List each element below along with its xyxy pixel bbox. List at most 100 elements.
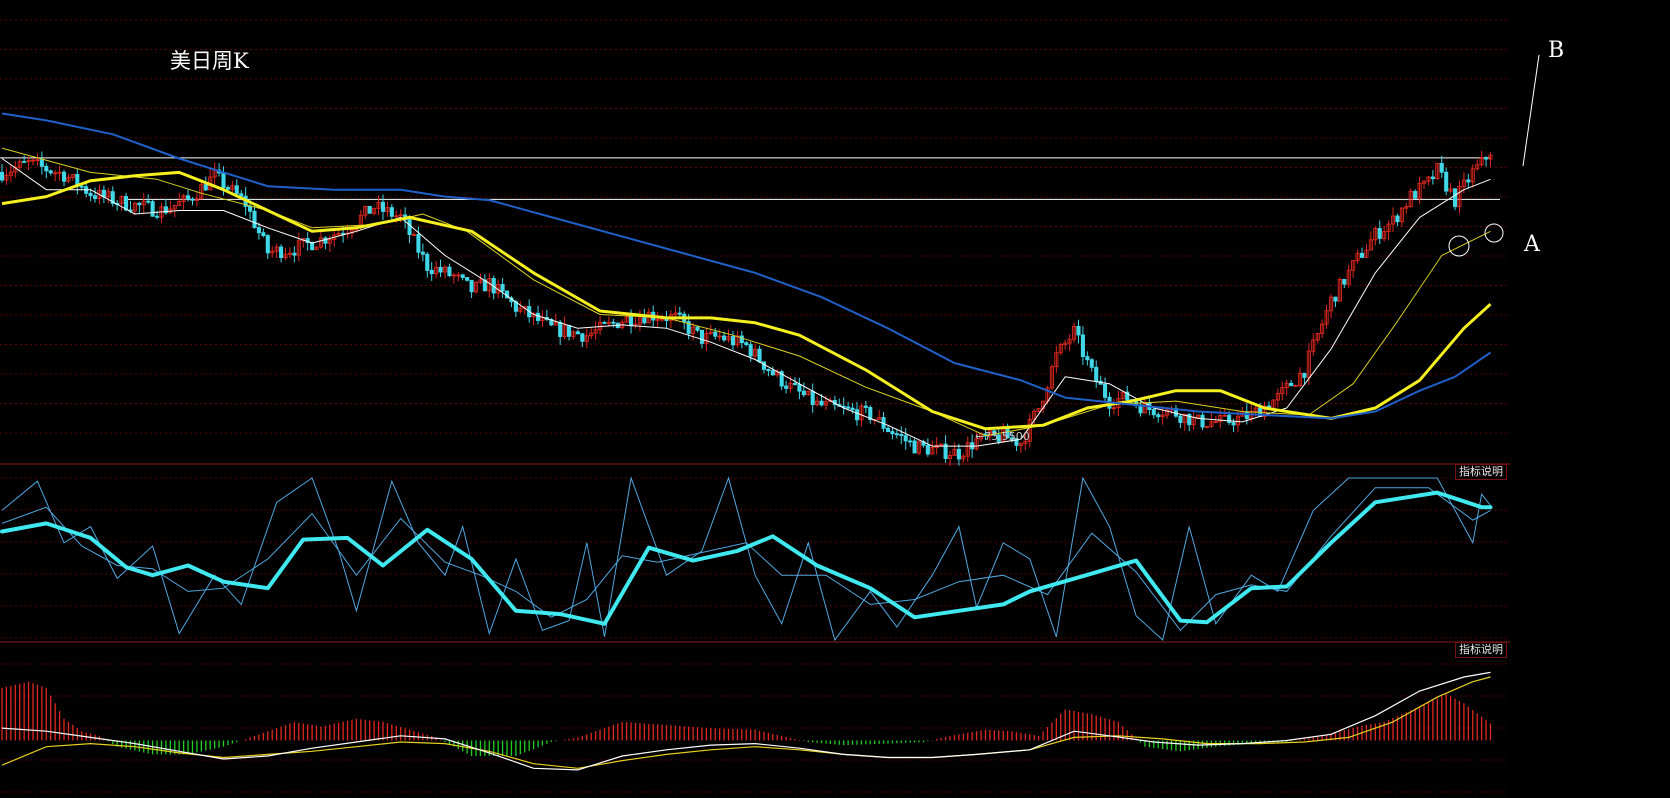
candle-body (1430, 176, 1435, 180)
candle-body (925, 444, 930, 455)
candle-body (239, 193, 244, 197)
candle-body (1289, 382, 1294, 387)
candle-body (150, 201, 155, 217)
candle-body (766, 368, 771, 372)
candle-body (380, 201, 386, 212)
price-panel (0, 112, 1500, 467)
candle-body (420, 251, 425, 255)
candle-body (221, 172, 226, 189)
candle-body (44, 165, 49, 172)
chart-title: 美日周K (170, 49, 249, 73)
candle-body (761, 361, 767, 370)
candle-body (292, 252, 297, 256)
candle-body (79, 185, 84, 188)
candle-body (885, 427, 891, 433)
candle-body (425, 253, 430, 271)
macd-dea-line (1, 676, 1491, 769)
candle-body (367, 205, 372, 214)
candle-body (1302, 372, 1307, 378)
candle-body (234, 185, 239, 195)
candle-body (39, 159, 44, 167)
candle-body (1156, 414, 1161, 418)
candle-body (1483, 157, 1489, 160)
candle-body (61, 171, 67, 182)
candle-body (757, 348, 762, 363)
grid-layer (0, 19, 1510, 793)
indicator-info-tab-1[interactable]: 指标说明 (1455, 464, 1507, 480)
candle-body (908, 440, 913, 443)
candle-body (190, 198, 195, 201)
oscillator-main-line (0, 490, 1493, 626)
candle-body (1452, 188, 1458, 207)
candle-body (154, 215, 160, 218)
candle-body (899, 434, 904, 437)
candle-body (611, 321, 616, 324)
candle-body (1080, 334, 1085, 358)
oscillator-thin-line (1, 487, 1491, 632)
candle-body (739, 335, 744, 344)
candle-body (956, 448, 961, 460)
level-label-a: A (1524, 232, 1540, 257)
candle-body (602, 322, 607, 324)
candle-body (256, 227, 261, 234)
candle-body (1439, 162, 1444, 173)
candle-body (203, 184, 208, 191)
candle-body (265, 235, 270, 254)
chart-canvas: 美日周K B A ←75.5500 指标说明 指标说明 (0, 0, 1670, 794)
candle-body (279, 246, 284, 259)
candle-body (1342, 278, 1347, 285)
candle-body (744, 342, 749, 346)
pointer-line-b (1522, 54, 1540, 167)
candle-body (252, 210, 257, 229)
candle-body (22, 161, 27, 163)
candle-body (580, 333, 585, 342)
candle-body (416, 233, 421, 253)
candle-body (535, 312, 541, 321)
candle-body (792, 382, 798, 385)
marker-circle (1448, 235, 1470, 257)
oscillator-panel (0, 476, 1493, 642)
candle-body (695, 326, 700, 331)
candle-body (1094, 366, 1099, 382)
macd-dif-line (1, 671, 1491, 771)
candle-body (407, 219, 412, 235)
candle-body (1178, 415, 1183, 423)
chart-svg (0, 19, 1540, 793)
candle-body (186, 195, 191, 200)
candle-body (0, 171, 5, 181)
candle-body (677, 312, 682, 315)
candle-body (722, 335, 727, 341)
candle-body (146, 200, 151, 203)
ma-blue-line (1, 112, 1492, 420)
candle-body (429, 269, 434, 275)
candle-body (1293, 385, 1298, 387)
candle-body (819, 400, 824, 406)
macd-panel (1, 671, 1492, 771)
candle-body (447, 266, 452, 277)
candle-body (575, 331, 580, 335)
candle-body (846, 406, 851, 409)
candle-body (770, 370, 775, 376)
candle-body (48, 170, 53, 174)
candle-body (810, 390, 815, 406)
candle-body (713, 331, 718, 337)
candle-body (903, 435, 908, 442)
candle-body (88, 192, 93, 197)
candle-body (438, 266, 443, 273)
candle-body (642, 317, 647, 324)
candle-body (566, 324, 572, 337)
candle-body (894, 433, 899, 436)
candle-body (137, 202, 142, 206)
candle-body (225, 187, 230, 190)
candle-body (558, 321, 563, 337)
indicator-info-tab-2[interactable]: 指标说明 (1455, 642, 1507, 658)
candle-body (1413, 190, 1418, 199)
candle-body (890, 431, 895, 435)
candle-body (784, 385, 789, 389)
oscillator-thin-line (1, 476, 1491, 642)
candle-body (92, 195, 98, 199)
candle-body (1089, 359, 1094, 368)
candle-body (1231, 422, 1236, 426)
low-price-label: ←75.5500 (975, 430, 1030, 443)
level-label-b: B (1548, 38, 1565, 63)
